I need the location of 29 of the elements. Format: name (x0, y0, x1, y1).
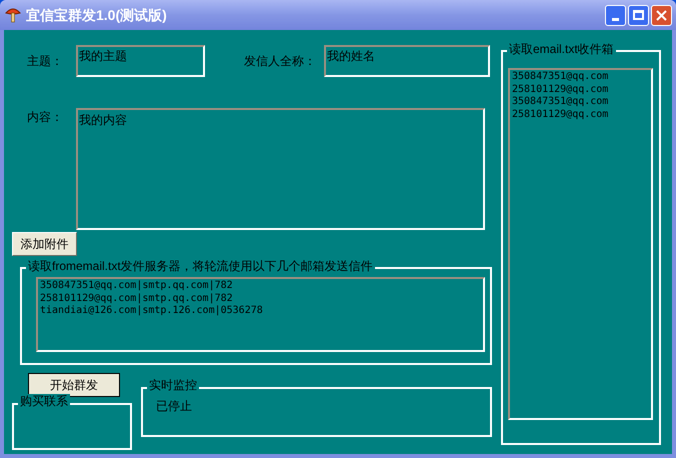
contact-group-title: 购买联系 (18, 394, 70, 408)
content-label: 内容： (27, 109, 63, 126)
sender-label: 发信人全称： (244, 53, 316, 70)
list-item[interactable]: 350847351@qq.com (512, 71, 649, 84)
recipients-group-title: 读取email.txt收件箱 (507, 42, 616, 56)
list-item[interactable]: 258101129@qq.com|smtp.qq.com|782 (40, 292, 481, 305)
recipients-list[interactable]: 350847351@qq.com 258101129@qq.com 350847351@qq.com 258101129@qq.com (508, 68, 653, 420)
close-button[interactable] (651, 4, 672, 26)
mushroom-icon (4, 6, 22, 24)
status-text: 已停止 (156, 398, 192, 415)
subject-field[interactable]: 我的主题 (76, 45, 205, 77)
servers-list[interactable]: 350847351@qq.com|smtp.qq.com|782 258101129@qq.com|smtp.qq.com|782 tiandiai@126.com|smtp.126.com|0536278 (36, 277, 485, 352)
content-field[interactable]: 我的内容 (76, 108, 485, 230)
list-item[interactable]: 258101129@qq.com (512, 84, 649, 96)
minimize-button[interactable] (605, 4, 626, 26)
list-item[interactable]: 350847351@qq.com (512, 96, 649, 108)
list-item[interactable]: 258101129@qq.com (512, 108, 649, 121)
subject-label: 主题： (27, 53, 63, 70)
close-icon (656, 10, 667, 20)
window-title: 宜信宝群发1.0(测试版) (26, 6, 167, 25)
maximize-button[interactable] (628, 4, 649, 26)
minimize-icon (612, 18, 619, 20)
maximize-icon (633, 10, 644, 20)
monitor-group-title: 实时监控 (147, 378, 199, 392)
attach-button[interactable]: 添加附件 (12, 232, 77, 256)
servers-group-title: 读取fromemail.txt发件服务器，将轮流使用以下几个邮箱发送信件 (26, 259, 375, 273)
sender-field[interactable]: 我的姓名 (324, 45, 490, 77)
list-item[interactable]: tiandiai@126.com|smtp.126.com|0536278 (40, 305, 481, 318)
list-item[interactable]: 350847351@qq.com|smtp.qq.com|782 (40, 280, 481, 292)
